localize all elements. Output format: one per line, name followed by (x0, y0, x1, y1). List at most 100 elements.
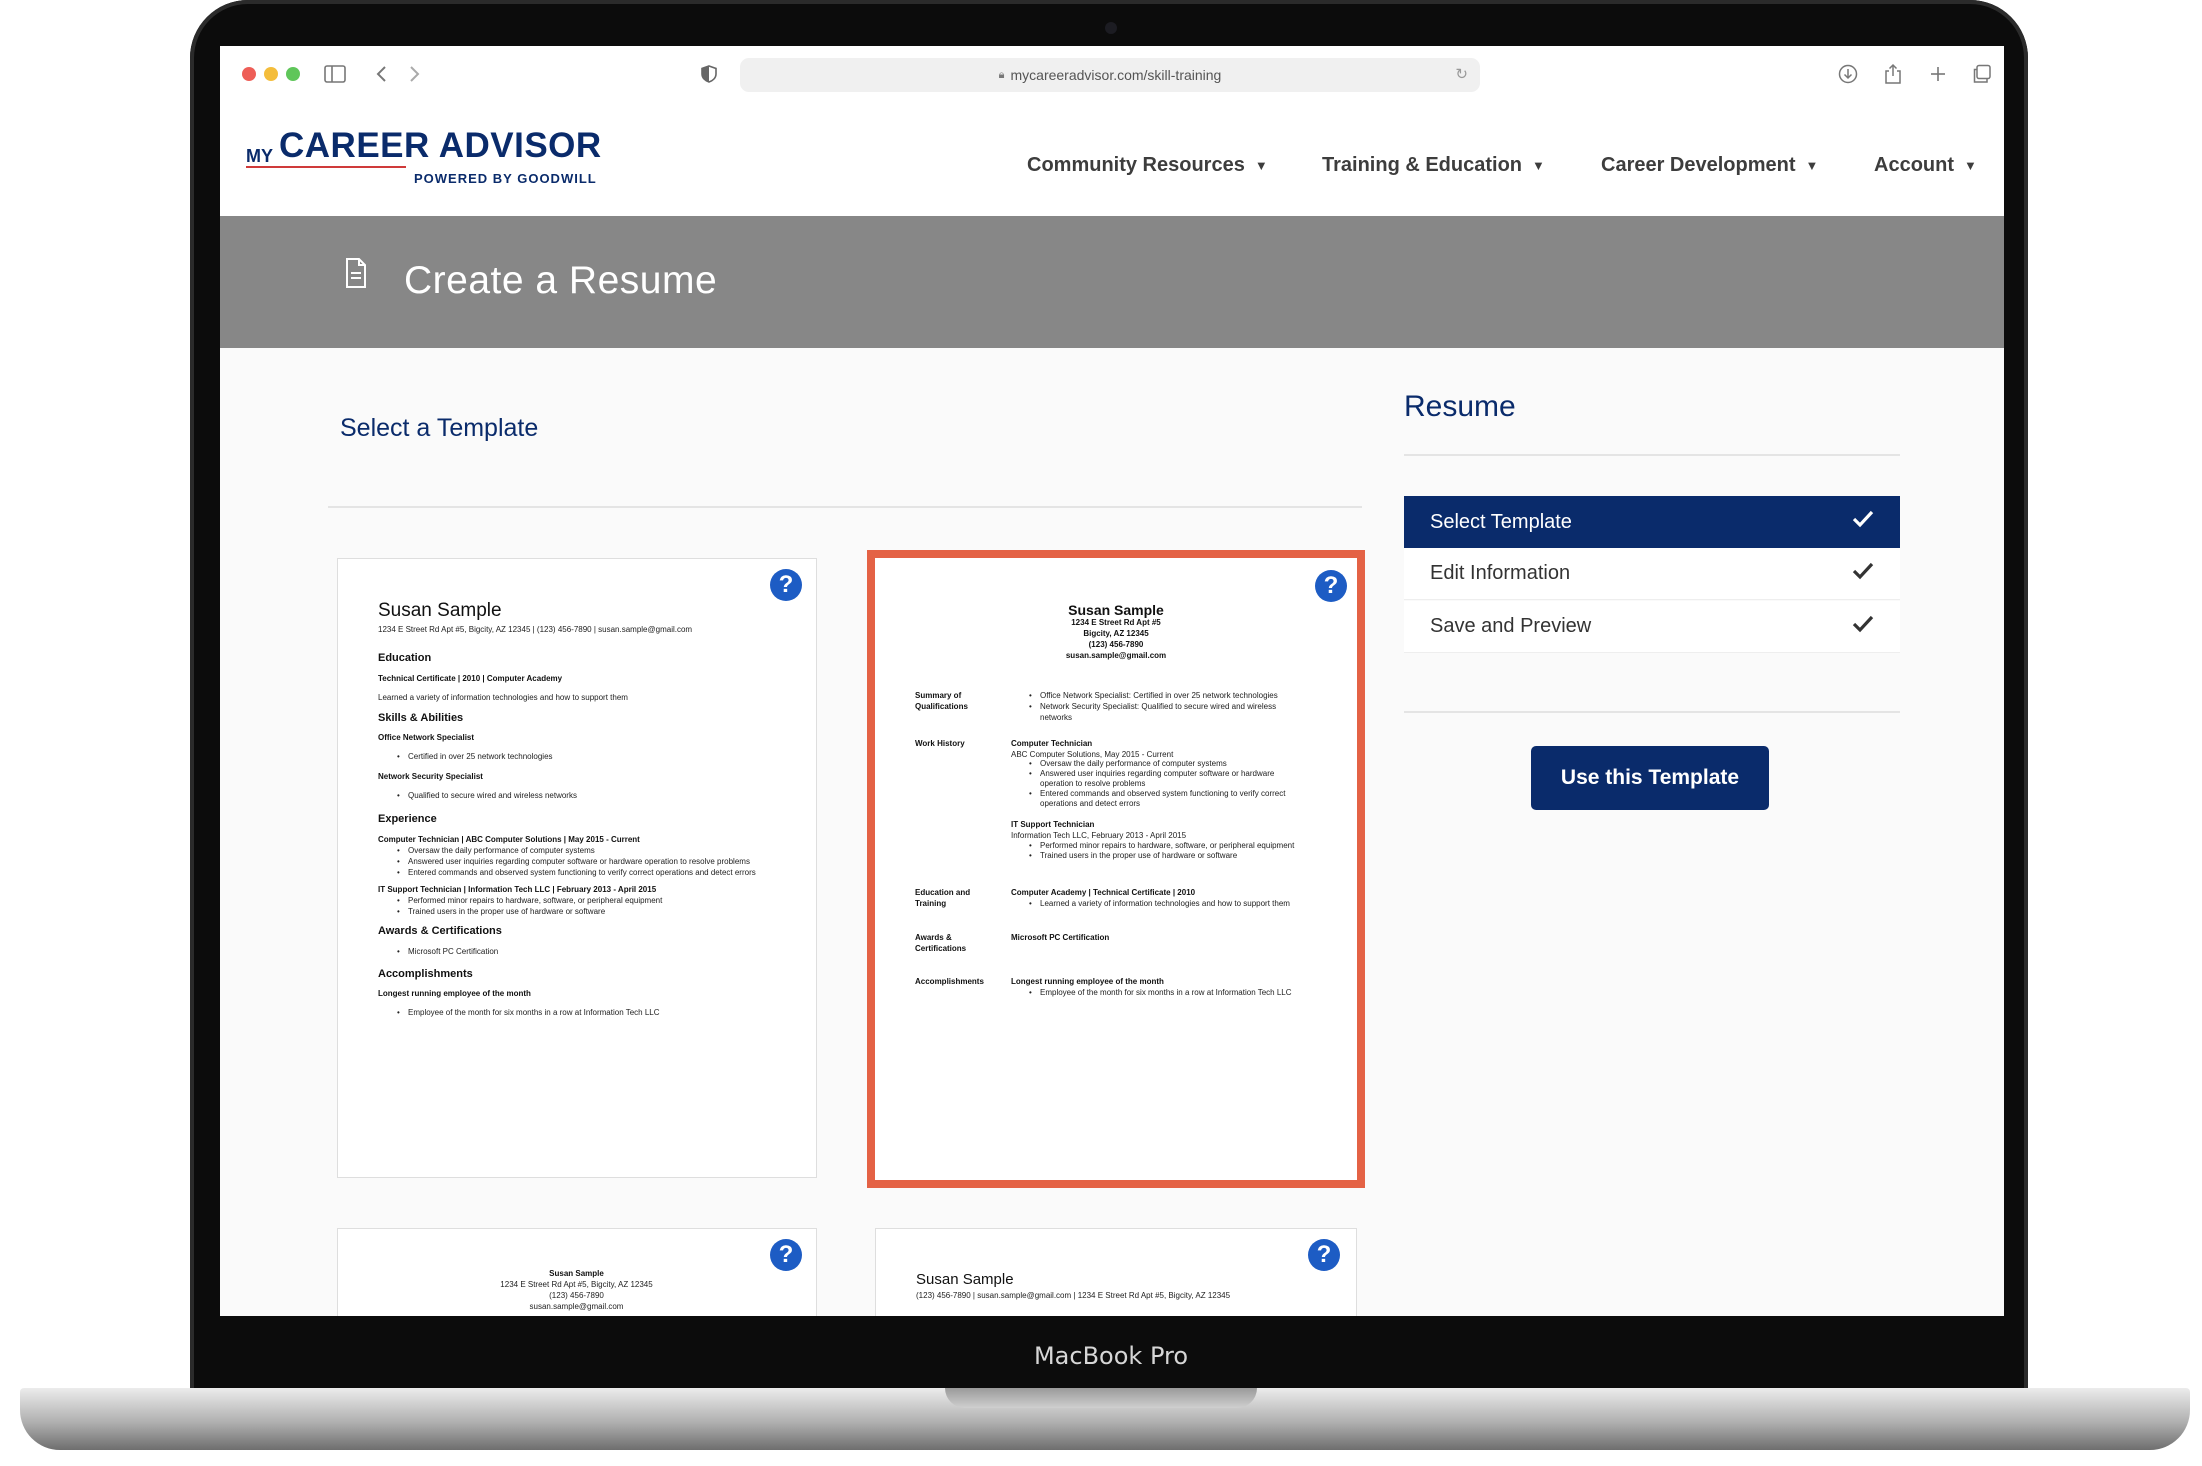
template-card-3[interactable]: ? Susan Sample 1234 E Street Rd Apt #5, … (337, 1228, 817, 1316)
preview-text: Technical Certificate | 2010 | Computer … (378, 674, 563, 683)
nav-label: Community Resources (1027, 154, 1245, 176)
preview-name: Susan Sample (549, 1269, 604, 1278)
logo-name: CAREER ADVISOR (279, 126, 602, 165)
check-icon (1852, 615, 1874, 633)
tabs-icon[interactable] (1967, 59, 1997, 89)
close-window-button[interactable] (242, 67, 256, 81)
device-model-label: MacBook Pro (1033, 1342, 1189, 1370)
preview-text: Information Tech LLC, February 2013 - Ap… (1011, 831, 1187, 840)
help-icon[interactable]: ? (1308, 1239, 1340, 1271)
preview-bullet: Oversaw the daily performance of compute… (397, 846, 595, 856)
preview-bullet: Answered user inquiries regarding comput… (1029, 769, 1274, 779)
back-icon[interactable] (366, 59, 396, 89)
preview-text: Longest running employee of the month (378, 989, 531, 998)
preview-bullet: Trained users in the proper use of hardw… (1029, 851, 1237, 861)
preview-text: Computer Academy | Technical Certificate… (1011, 888, 1196, 897)
page-banner: Create a Resume (220, 216, 2004, 348)
nav-career-development[interactable]: Career Development ▼ (1601, 154, 1818, 177)
preview-text: Learned a variety of information technol… (378, 693, 628, 702)
document-icon (346, 258, 366, 288)
preview-text: Computer Technician (1011, 739, 1093, 748)
preview-label: Education and (915, 888, 971, 897)
section-divider (328, 506, 1362, 508)
step-select-template[interactable]: Select Template (1404, 496, 1900, 548)
step-edit-information[interactable]: Edit Information (1404, 548, 1900, 600)
preview-label: Accomplishments (915, 977, 984, 986)
nav-account[interactable]: Account ▼ (1874, 154, 1977, 177)
check-icon (1852, 510, 1874, 528)
preview-bullet: Answered user inquiries regarding comput… (397, 857, 750, 867)
preview-bullet: Performed minor repairs to hardware, sof… (397, 896, 662, 906)
forward-icon[interactable] (400, 59, 430, 89)
site-header: MY CAREER ADVISOR POWERED BY GOODWILL Co… (220, 104, 2004, 216)
site-logo[interactable]: MY CAREER ADVISOR POWERED BY GOODWILL (246, 126, 601, 190)
preview-text: (123) 456-7890 (549, 1291, 604, 1300)
step-label: Save and Preview (1430, 615, 1592, 637)
preview-label: Summary of (915, 691, 962, 700)
preview-text: susan.sample@gmail.com (529, 1302, 624, 1311)
preview-label: Work History (915, 739, 965, 748)
reload-icon[interactable]: ↻ (1455, 65, 1468, 83)
preview-text: 1234 E Street Rd Apt #5, Bigcity, AZ 123… (500, 1280, 653, 1289)
sidebar-title: Resume (1404, 390, 1516, 423)
preview-name: Susan Sample (378, 600, 502, 621)
preview-text: IT Support Technician (1011, 820, 1095, 829)
preview-heading: Awards & Certifications (378, 925, 502, 937)
zoom-window-button[interactable] (286, 67, 300, 81)
sidebar-divider (1404, 711, 1900, 713)
preview-bullet: Qualified to secure wired and wireless n… (397, 791, 577, 801)
preview-text: Computer Technician | ABC Computer Solut… (378, 835, 640, 844)
address-bar[interactable]: 🔒︎ mycareeradvisor.com/skill-training ↻ (740, 58, 1480, 92)
preview-bullet: Entered commands and observed system fun… (397, 868, 756, 878)
sidebar-icon[interactable] (320, 59, 350, 89)
use-template-button[interactable]: Use this Template (1531, 746, 1769, 810)
preview-text: operation to resolve problems (1040, 779, 1146, 788)
preview-bullet: Oversaw the daily performance of compute… (1029, 759, 1227, 769)
preview-text: Microsoft PC Certification (1011, 933, 1110, 942)
preview-name: Susan Sample (916, 1271, 1014, 1288)
preview-text: networks (1040, 713, 1073, 722)
help-icon[interactable]: ? (770, 1239, 802, 1271)
help-icon[interactable]: ? (770, 569, 802, 601)
nav-label: Account (1874, 154, 1954, 176)
preview-text: Longest running employee of the month (1011, 977, 1164, 986)
step-label: Edit Information (1430, 562, 1571, 584)
preview-heading: Skills & Abilities (378, 712, 464, 724)
preview-text: 1234 E Street Rd Apt #5 (1071, 618, 1161, 627)
nav-community-resources[interactable]: Community Resources ▼ (1027, 154, 1268, 177)
preview-heading: Accomplishments (378, 968, 473, 980)
preview-text: susan.sample@gmail.com (1065, 651, 1167, 660)
preview-text: IT Support Technician | Information Tech… (378, 885, 657, 894)
sidebar-divider (1404, 454, 1900, 456)
preview-heading: Education (378, 652, 432, 664)
page-title: Create a Resume (404, 259, 718, 302)
preview-bullet: Certified in over 25 network technologie… (397, 752, 552, 762)
preview-label: Training (915, 899, 947, 908)
preview-text: (123) 456-7890 (1088, 640, 1144, 649)
chevron-down-icon: ▼ (1805, 158, 1819, 173)
laptop-notch (945, 1388, 1257, 1408)
help-icon[interactable]: ? (1315, 570, 1347, 602)
preview-text: Bigcity, AZ 12345 (1083, 629, 1149, 638)
preview-contact: (123) 456-7890 | susan.sample@gmail.com … (916, 1291, 1231, 1300)
template-card-4[interactable]: ? Susan Sample (123) 456-7890 | susan.sa… (875, 1228, 1357, 1316)
new-tab-icon[interactable] (1923, 59, 1953, 89)
preview-bullet: Performed minor repairs to hardware, sof… (1029, 841, 1294, 851)
preview-bullet: Network Security Specialist: Qualified t… (1029, 702, 1276, 712)
check-icon (1852, 562, 1874, 580)
preview-bullet: Learned a variety of information technol… (1029, 899, 1290, 909)
share-icon[interactable] (1878, 59, 1908, 89)
template-card-2-selected[interactable]: ? Susan Sample 1234 E Street Rd Apt #5 B… (867, 550, 1365, 1188)
minimize-window-button[interactable] (264, 67, 278, 81)
nav-label: Career Development (1601, 154, 1796, 176)
preview-label: Certifications (915, 944, 967, 953)
download-icon[interactable] (1833, 59, 1863, 89)
step-label: Select Template (1430, 510, 1572, 533)
preview-bullet: Office Network Specialist: Certified in … (1029, 691, 1278, 701)
shield-icon[interactable] (694, 59, 724, 89)
template-card-1[interactable]: ? Susan Sample 1234 E Street Rd Apt #5, … (337, 558, 817, 1178)
preview-bullet: Microsoft PC Certification (397, 947, 498, 957)
preview-bullet: Employee of the month for six months in … (397, 1008, 660, 1018)
nav-training-education[interactable]: Training & Education ▼ (1322, 154, 1545, 177)
step-save-and-preview[interactable]: Save and Preview (1404, 601, 1900, 653)
